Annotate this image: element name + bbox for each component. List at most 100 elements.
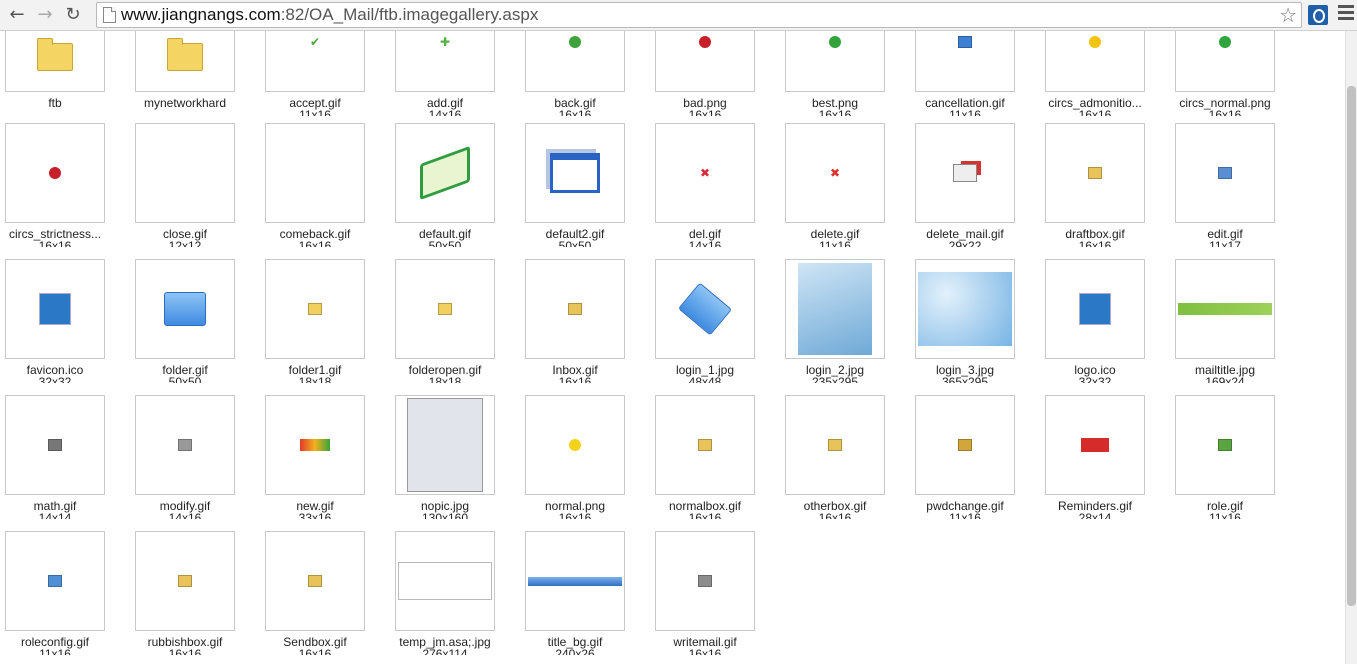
gallery-item[interactable]: circs_strictness... 16x16 bbox=[0, 123, 130, 259]
gallery-item[interactable]: Reminders.gif 28x14 bbox=[1040, 395, 1170, 531]
gallery-item[interactable]: default2.gif 50x50 bbox=[520, 123, 650, 259]
gallery-item[interactable]: close.gif 12x12 bbox=[130, 123, 260, 259]
gallery-thumbnail[interactable] bbox=[655, 31, 755, 92]
gallery-thumbnail[interactable] bbox=[5, 531, 105, 631]
gallery-thumbnail[interactable] bbox=[135, 531, 235, 631]
gallery-item[interactable]: ✖ del.gif 14x16 bbox=[650, 123, 780, 259]
gallery-thumbnail[interactable] bbox=[5, 395, 105, 495]
back-arrow-icon[interactable]: ← bbox=[6, 3, 28, 25]
gallery-item[interactable]: circs_normal.png 16x16 bbox=[1170, 31, 1300, 128]
gallery-thumbnail[interactable] bbox=[1175, 31, 1275, 92]
gallery-item[interactable]: mynetworkhard bbox=[130, 31, 260, 128]
gallery-item[interactable]: delete_mail.gif 29x22 bbox=[910, 123, 1040, 259]
gallery-item[interactable]: modify.gif 14x16 bbox=[130, 395, 260, 531]
gallery-thumbnail[interactable] bbox=[915, 31, 1015, 92]
menu-icon[interactable] bbox=[1338, 5, 1354, 23]
gallery-thumbnail[interactable] bbox=[135, 31, 235, 92]
gallery-thumbnail[interactable] bbox=[1045, 31, 1145, 92]
gallery-item[interactable]: login_2.jpg 235x295 bbox=[780, 259, 910, 395]
gallery-thumbnail[interactable] bbox=[525, 259, 625, 359]
gallery-item[interactable]: folderopen.gif 18x18 bbox=[390, 259, 520, 395]
gallery-item[interactable]: bad.png 16x16 bbox=[650, 31, 780, 128]
gallery-thumbnail[interactable] bbox=[655, 259, 755, 359]
url-text[interactable]: www.jiangnangs.com:82/OA_Mail/ftb.imageg… bbox=[121, 5, 538, 25]
gallery-item[interactable]: title_bg.gif 240x26 bbox=[520, 531, 650, 664]
gallery-thumbnail[interactable] bbox=[395, 531, 495, 631]
vertical-scrollbar[interactable] bbox=[1345, 31, 1357, 664]
gallery-item[interactable]: draftbox.gif 16x16 bbox=[1040, 123, 1170, 259]
gallery-item[interactable]: roleconfig.gif 11x16 bbox=[0, 531, 130, 664]
gallery-item[interactable]: favicon.ico 32x32 bbox=[0, 259, 130, 395]
gallery-item[interactable]: default.gif 50x50 bbox=[390, 123, 520, 259]
gallery-item[interactable]: rubbishbox.gif 16x16 bbox=[130, 531, 260, 664]
gallery-item[interactable]: ✚ add.gif 14x16 bbox=[390, 31, 520, 128]
gallery-thumbnail[interactable] bbox=[785, 395, 885, 495]
scrollbar-thumb[interactable] bbox=[1347, 86, 1356, 606]
reload-icon[interactable]: ↻ bbox=[62, 3, 84, 25]
gallery-thumbnail[interactable] bbox=[395, 259, 495, 359]
gallery-thumbnail[interactable] bbox=[525, 395, 625, 495]
gallery-item[interactable]: Inbox.gif 16x16 bbox=[520, 259, 650, 395]
gallery-item[interactable]: edit.gif 11x17 bbox=[1170, 123, 1300, 259]
gallery-item[interactable]: cancellation.gif 11x16 bbox=[910, 31, 1040, 128]
gallery-thumbnail[interactable] bbox=[265, 531, 365, 631]
gallery-thumbnail[interactable]: ✚ bbox=[395, 31, 495, 92]
gallery-item[interactable]: login_1.jpg 48x48 bbox=[650, 259, 780, 395]
gallery-thumbnail[interactable] bbox=[1175, 259, 1275, 359]
gallery-item[interactable]: comeback.gif 16x16 bbox=[260, 123, 390, 259]
gallery-thumbnail[interactable] bbox=[135, 395, 235, 495]
gallery-thumbnail[interactable]: ✔ bbox=[265, 31, 365, 92]
gallery-thumbnail[interactable] bbox=[1175, 123, 1275, 223]
bookmark-star-icon[interactable]: ☆ bbox=[1279, 3, 1297, 27]
gallery-thumbnail[interactable] bbox=[135, 259, 235, 359]
gallery-item[interactable]: back.gif 16x16 bbox=[520, 31, 650, 128]
gallery-thumbnail[interactable] bbox=[395, 123, 495, 223]
gallery-thumbnail[interactable] bbox=[1045, 259, 1145, 359]
gallery-thumbnail[interactable] bbox=[785, 259, 885, 359]
gallery-item[interactable]: best.png 16x16 bbox=[780, 31, 910, 128]
gallery-thumbnail[interactable] bbox=[525, 123, 625, 223]
gallery-item[interactable]: logo.ico 32x32 bbox=[1040, 259, 1170, 395]
gallery-thumbnail[interactable] bbox=[785, 31, 885, 92]
gallery-thumbnail[interactable] bbox=[135, 123, 235, 223]
gallery-thumbnail[interactable] bbox=[1045, 123, 1145, 223]
gallery-item[interactable]: Sendbox.gif 16x16 bbox=[260, 531, 390, 664]
gallery-thumbnail[interactable]: ✖ bbox=[655, 123, 755, 223]
gallery-thumbnail[interactable] bbox=[915, 123, 1015, 223]
gallery-thumbnail[interactable] bbox=[5, 259, 105, 359]
gallery-item[interactable]: folder.gif 50x50 bbox=[130, 259, 260, 395]
gallery-thumbnail[interactable] bbox=[5, 123, 105, 223]
gallery-item[interactable]: writemail.gif 16x16 bbox=[650, 531, 780, 664]
gallery-thumbnail[interactable] bbox=[395, 395, 495, 495]
gallery-item[interactable]: role.gif 11x16 bbox=[1170, 395, 1300, 531]
gallery-item[interactable]: ✔ accept.gif 11x16 bbox=[260, 31, 390, 128]
gallery-item[interactable]: nopic.jpg 130x160 bbox=[390, 395, 520, 531]
gallery-item[interactable]: pwdchange.gif 11x16 bbox=[910, 395, 1040, 531]
gallery-thumbnail[interactable] bbox=[915, 395, 1015, 495]
gallery-thumbnail[interactable] bbox=[265, 395, 365, 495]
gallery-thumbnail[interactable]: ✖ bbox=[785, 123, 885, 223]
gallery-item[interactable]: new.gif 33x16 bbox=[260, 395, 390, 531]
gallery-item[interactable]: circs_admonitio... 16x16 bbox=[1040, 31, 1170, 128]
gallery-thumbnail[interactable] bbox=[1045, 395, 1145, 495]
gallery-item[interactable]: ✖ delete.gif 11x16 bbox=[780, 123, 910, 259]
gallery-thumbnail[interactable] bbox=[525, 31, 625, 92]
gallery-item[interactable]: ftb bbox=[0, 31, 130, 128]
gallery-item[interactable]: login_3.jpg 365x295 bbox=[910, 259, 1040, 395]
gallery-thumbnail[interactable] bbox=[5, 31, 105, 92]
gallery-thumbnail[interactable] bbox=[525, 531, 625, 631]
gallery-item[interactable]: folder1.gif 18x18 bbox=[260, 259, 390, 395]
gallery-thumbnail[interactable] bbox=[265, 259, 365, 359]
gallery-item[interactable]: normal.png 16x16 bbox=[520, 395, 650, 531]
gallery-item[interactable]: otherbox.gif 16x16 bbox=[780, 395, 910, 531]
extension-icon[interactable] bbox=[1308, 5, 1328, 25]
gallery-thumbnail[interactable] bbox=[265, 123, 365, 223]
gallery-item[interactable]: normalbox.gif 16x16 bbox=[650, 395, 780, 531]
gallery-thumbnail[interactable] bbox=[915, 259, 1015, 359]
gallery-thumbnail[interactable] bbox=[1175, 395, 1275, 495]
address-bar[interactable]: www.jiangnangs.com:82/OA_Mail/ftb.imageg… bbox=[96, 2, 1302, 28]
gallery-item[interactable]: mailtitle.jpg 169x24 bbox=[1170, 259, 1300, 395]
gallery-item[interactable]: math.gif 14x14 bbox=[0, 395, 130, 531]
gallery-thumbnail[interactable] bbox=[655, 395, 755, 495]
gallery-item[interactable]: temp_jm.asa;.jpg 276x114 bbox=[390, 531, 520, 664]
